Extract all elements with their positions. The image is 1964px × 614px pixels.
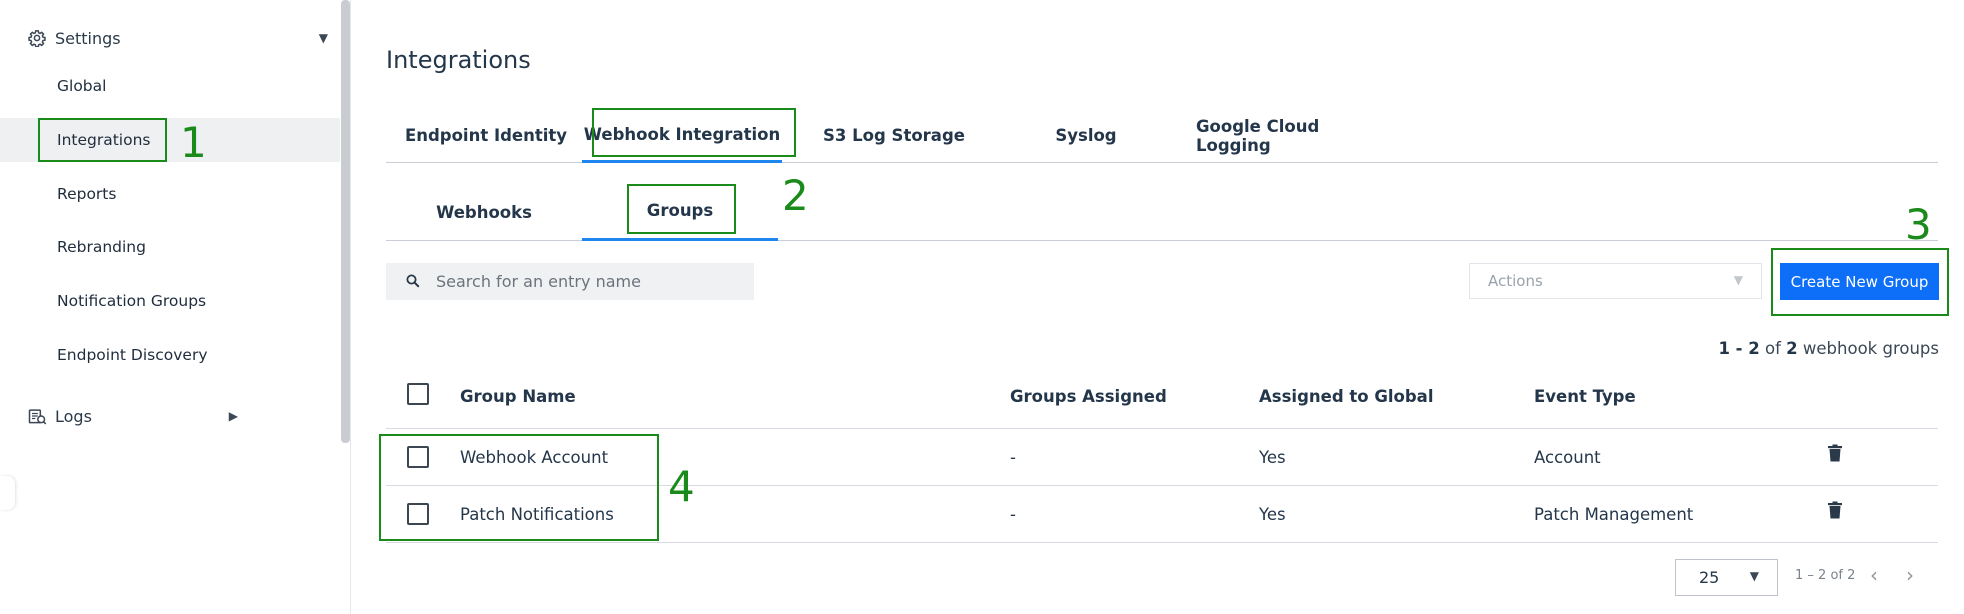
logs-label: Logs: [55, 406, 92, 426]
actions-dropdown[interactable]: Actions ▼: [1469, 263, 1762, 299]
integration-tabs: Endpoint Identity Webhook Integration S3…: [386, 108, 1938, 163]
sidebar-item-label: Reports: [57, 185, 117, 203]
annotation-number-4: 4: [668, 462, 695, 511]
tab-label: Webhooks: [436, 202, 532, 222]
sidebar-item-label: Rebranding: [57, 238, 146, 256]
page-size-value: 25: [1699, 568, 1720, 587]
row-checkbox[interactable]: [407, 446, 429, 468]
trash-icon[interactable]: [1827, 444, 1843, 462]
chevron-down-icon: ▼: [318, 31, 328, 45]
sidebar-item-reports[interactable]: Reports: [0, 172, 340, 216]
sidebar-item-rebranding[interactable]: Rebranding: [0, 225, 340, 269]
annotation-number-2: 2: [782, 171, 809, 220]
tab-label: Syslog: [1055, 126, 1117, 145]
event-type-cell: Patch Management: [1534, 504, 1694, 524]
search-input[interactable]: [436, 263, 746, 300]
tab-label: Groups: [646, 201, 714, 220]
actions-label: Actions: [1488, 272, 1543, 290]
annotation-number-1: 1: [180, 118, 207, 167]
search-bar: [386, 263, 754, 300]
sidebar-item-label: Endpoint Discovery: [57, 346, 208, 364]
search-icon: [406, 274, 420, 288]
header-divider: [386, 428, 1938, 429]
sidebar-item-label: Global: [57, 77, 107, 95]
count-range: 1 - 2: [1718, 339, 1760, 358]
count-suffix: webhook groups: [1802, 339, 1939, 358]
group-name-cell[interactable]: Patch Notifications: [460, 499, 614, 529]
groups-assigned-cell: -: [1010, 447, 1016, 467]
create-new-group-button[interactable]: Create New Group: [1780, 263, 1939, 300]
tab-syslog[interactable]: Syslog: [1006, 108, 1166, 163]
column-header-groups-assigned[interactable]: Groups Assigned: [1010, 380, 1167, 412]
groups-assigned-cell: -: [1010, 504, 1016, 524]
tab-s3-log-storage[interactable]: S3 Log Storage: [804, 108, 984, 163]
page-size-select[interactable]: 25 ▼: [1675, 559, 1778, 596]
tab-webhook-integration[interactable]: Webhook Integration: [582, 108, 782, 163]
chevron-right-icon: ▶: [228, 409, 238, 423]
gear-icon: [27, 28, 47, 48]
sidebar-item-notification-groups[interactable]: Notification Groups: [0, 279, 340, 323]
settings-label: Settings: [55, 28, 121, 48]
annotation-number-3: 3: [1905, 200, 1932, 249]
event-type-cell: Account: [1534, 447, 1601, 467]
chevron-left-icon[interactable]: ‹: [1864, 563, 1884, 587]
results-count: 1 - 2 of 2 webhook groups: [1718, 339, 1939, 358]
sidebar: Settings ▼ Global Integrations Reports R…: [0, 0, 340, 614]
row-divider: [386, 485, 1938, 486]
sidebar-item-global[interactable]: Global: [0, 64, 340, 108]
row-divider: [386, 542, 1938, 543]
sidebar-divider: [350, 0, 351, 614]
logs-section-header[interactable]: Logs ▶: [0, 396, 340, 436]
sidebar-item-endpoint-discovery[interactable]: Endpoint Discovery: [0, 333, 340, 377]
count-of: of: [1765, 339, 1781, 358]
settings-section-header[interactable]: Settings ▼: [0, 18, 340, 58]
assigned-global-cell: Yes: [1259, 447, 1286, 467]
sidebar-scrollbar[interactable]: [341, 0, 350, 443]
webhook-subtabs: Webhooks Groups: [386, 183, 1938, 241]
chevron-right-icon[interactable]: ›: [1900, 563, 1920, 587]
tab-label: S3 Log Storage: [823, 126, 965, 145]
page-title: Integrations: [386, 46, 531, 74]
tab-groups[interactable]: Groups: [582, 183, 778, 241]
select-all-checkbox[interactable]: [407, 383, 429, 405]
column-header-group-name[interactable]: Group Name: [460, 380, 576, 412]
sidebar-item-label: Integrations: [57, 131, 151, 149]
tab-endpoint-identity[interactable]: Endpoint Identity: [386, 108, 586, 163]
trash-icon[interactable]: [1827, 501, 1843, 519]
collapse-handle[interactable]: [0, 476, 15, 510]
tab-webhooks[interactable]: Webhooks: [386, 183, 582, 241]
count-total: 2: [1786, 339, 1798, 358]
logs-icon: [27, 406, 47, 426]
tab-label: Google Cloud Logging: [1196, 116, 1320, 155]
chevron-down-icon: ▼: [1733, 273, 1743, 287]
sidebar-item-label: Notification Groups: [57, 292, 207, 310]
column-header-event-type[interactable]: Event Type: [1534, 380, 1636, 412]
tab-label: Endpoint Identity: [404, 126, 568, 145]
pagination-range: 1 – 2 of 2: [1795, 568, 1856, 583]
column-header-assigned-to-global[interactable]: Assigned to Global: [1259, 380, 1433, 412]
tab-label: Webhook Integration: [583, 124, 781, 144]
chevron-down-icon: ▼: [1749, 569, 1759, 583]
assigned-global-cell: Yes: [1259, 504, 1286, 524]
tab-google-cloud-logging[interactable]: Google Cloud Logging: [1196, 108, 1396, 163]
row-checkbox[interactable]: [407, 503, 429, 525]
sidebar-item-integrations[interactable]: Integrations: [0, 118, 340, 162]
group-name-cell[interactable]: Webhook Account: [460, 442, 608, 472]
